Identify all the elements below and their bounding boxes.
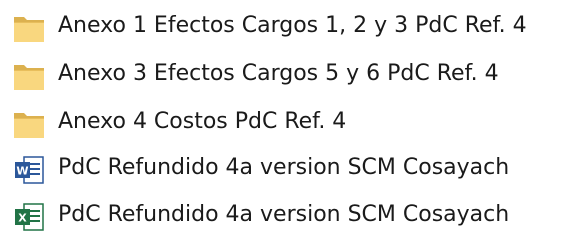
svg-text:W: W <box>16 165 28 178</box>
folder-icon <box>13 61 45 91</box>
folder-item-anexo-1[interactable]: Anexo 1 Efectos Cargos 1, 2 y 3 PdC Ref.… <box>0 7 574 47</box>
file-name-label: Anexo 3 Efectos Cargos 5 y 6 PdC Ref. 4 <box>58 61 499 86</box>
file-list: Anexo 1 Efectos Cargos 1, 2 y 3 PdC Ref.… <box>0 0 574 241</box>
excel-workbook-icon: X <box>13 202 45 232</box>
file-name-label: Anexo 4 Costos PdC Ref. 4 <box>58 109 347 134</box>
folder-icon <box>13 109 45 139</box>
file-name-label: Anexo 1 Efectos Cargos 1, 2 y 3 PdC Ref.… <box>58 13 527 38</box>
folder-icon <box>13 13 45 43</box>
excel-workbook-item[interactable]: X PdC Refundido 4a version SCM Cosayach <box>0 196 574 236</box>
svg-text:X: X <box>18 212 27 225</box>
folder-item-anexo-4[interactable]: Anexo 4 Costos PdC Ref. 4 <box>0 103 574 143</box>
file-name-label: PdC Refundido 4a version SCM Cosayach <box>58 202 510 227</box>
word-document-icon: W <box>13 155 45 185</box>
word-document-item[interactable]: W PdC Refundido 4a version SCM Cosayach <box>0 149 574 189</box>
folder-item-anexo-3[interactable]: Anexo 3 Efectos Cargos 5 y 6 PdC Ref. 4 <box>0 55 574 95</box>
file-name-label: PdC Refundido 4a version SCM Cosayach <box>58 155 510 180</box>
